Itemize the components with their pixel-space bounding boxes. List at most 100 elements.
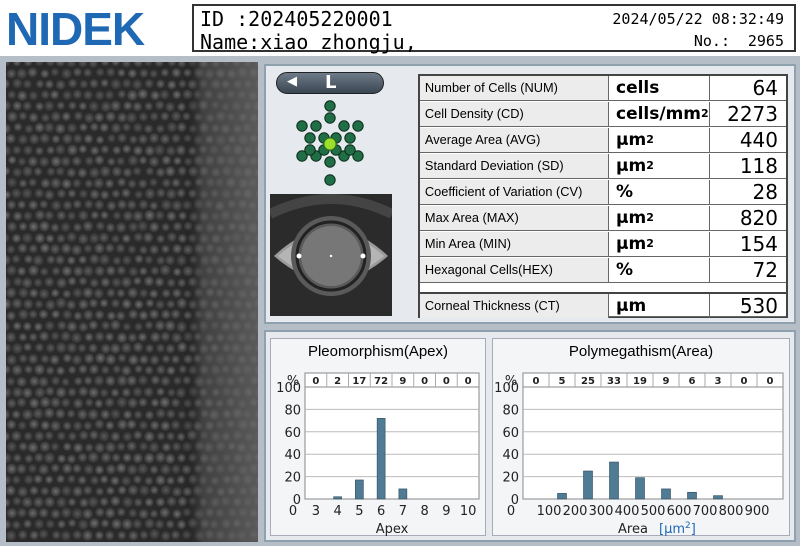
bin-count-label: 0 — [312, 376, 319, 387]
x-tick-label: 800 — [719, 504, 744, 519]
x-tick-label: 100 — [537, 504, 562, 519]
histogram-bar — [661, 488, 671, 500]
exam-number: 2965 — [747, 32, 784, 50]
measurement-unit: µm2 — [612, 154, 710, 178]
x-tick-label: 900 — [745, 504, 770, 519]
bin-count-label: 0 — [767, 376, 774, 387]
x-tick-label: 200 — [563, 504, 588, 519]
left-arrow-icon: ◀ — [287, 74, 297, 89]
fixation-point — [344, 144, 356, 156]
measurement-unit: µm — [612, 294, 710, 318]
x-tick-label: 0 — [289, 504, 297, 519]
exam-datetime: 2024/05/22 08:32:49 — [612, 10, 784, 28]
measurement-label: Coefficient of Variation (CV) — [420, 180, 609, 204]
brand-logo: NIDEK — [6, 3, 145, 55]
patient-id: ID :202405220001 — [200, 7, 393, 31]
fixation-point — [324, 100, 336, 112]
measurement-label: Hexagonal Cells(HEX) — [420, 258, 609, 282]
bin-count-label: 0 — [421, 376, 428, 387]
x-tick-label: 9 — [442, 504, 450, 519]
measurement-value: 28 — [752, 180, 778, 204]
bin-count-label: 5 — [559, 376, 566, 387]
bin-count-label: 9 — [663, 376, 670, 387]
histogram-bar — [355, 479, 364, 500]
fixation-target-map — [286, 98, 374, 190]
bin-count-label: 33 — [607, 376, 621, 387]
x-tick-label: 10 — [460, 504, 477, 519]
bin-count-label: 2 — [334, 376, 341, 387]
measurement-value: 530 — [739, 294, 778, 318]
measurement-label: Max Area (MAX) — [420, 206, 609, 230]
histogram-bar — [398, 488, 408, 500]
y-tick-label: 80 — [502, 403, 519, 418]
measurement-row: Coefficient of Variation (CV)% 28 — [420, 180, 786, 205]
bin-count-label: 25 — [581, 376, 595, 387]
measurement-unit: cells/mm2 — [612, 102, 710, 126]
y-tick-label: 60 — [284, 426, 301, 441]
x-axis-label: Area — [618, 522, 648, 537]
x-tick-label: 4 — [333, 504, 341, 519]
patient-info-panel: ID :202405220001 Name:xiao zhongju, 2024… — [192, 4, 796, 54]
measurement-unit: µm2 — [612, 206, 710, 230]
x-axis-unit: [µm2] — [659, 521, 696, 537]
measurement-value: 440 — [739, 128, 778, 152]
measurement-value: 154 — [739, 232, 778, 256]
endothelium-image — [6, 62, 258, 542]
histogram-bar — [609, 461, 619, 500]
measurement-row: Number of Cells (NUM) cells 64 — [420, 76, 786, 101]
measurement-unit: % — [612, 258, 710, 282]
fixation-point — [324, 112, 336, 124]
anterior-eye-image — [267, 194, 395, 316]
fixation-point — [304, 132, 316, 144]
measurement-unit: µm2 — [612, 232, 710, 256]
eye-label: L — [325, 72, 337, 93]
y-tick-label: 20 — [502, 471, 519, 486]
histogram-bar — [557, 493, 567, 500]
histogram-bar — [333, 496, 342, 500]
x-tick-label: 700 — [693, 504, 718, 519]
x-tick-label: 600 — [667, 504, 692, 519]
measurement-row: Corneal Thickness (CT) µm 530 — [420, 292, 786, 318]
measurement-row: Min Area (MIN) µm2 154 — [420, 232, 786, 257]
fixation-point — [296, 120, 308, 132]
measurement-label: Standard Deviation (SD) — [420, 154, 609, 178]
histogram-bar — [376, 418, 386, 500]
eye-selector-button[interactable]: ◀ L — [276, 72, 384, 94]
y-tick-label: 40 — [284, 448, 301, 463]
fixation-point — [338, 120, 350, 132]
bin-count-label: 0 — [741, 376, 748, 387]
bin-count-label: 0 — [533, 376, 540, 387]
measurement-label: Corneal Thickness (CT) — [420, 294, 609, 318]
measurement-value: 2273 — [727, 102, 778, 126]
fixation-point — [352, 120, 364, 132]
bin-count-label: 0 — [443, 376, 450, 387]
x-tick-label: 8 — [420, 504, 428, 519]
measurement-row: Standard Deviation (SD) µm2 118 — [420, 154, 786, 179]
measurement-label: Min Area (MIN) — [420, 232, 609, 256]
bin-count-label: 17 — [352, 376, 366, 387]
fixation-point — [324, 174, 336, 186]
x-tick-label: 5 — [355, 504, 363, 519]
measurement-row: Average Area (AVG) µm2 440 — [420, 128, 786, 153]
x-tick-label: 500 — [641, 504, 666, 519]
bin-count-label: 19 — [633, 376, 647, 387]
measurement-unit: µm2 — [612, 128, 710, 152]
histogram-bar — [687, 491, 697, 500]
bin-count-label: 0 — [465, 376, 472, 387]
fixation-point — [304, 144, 316, 156]
y-axis-label: % — [287, 374, 299, 389]
measurement-table: Number of Cells (NUM) cells 64 Cell Density… — [418, 74, 788, 318]
x-axis-label: Apex — [376, 522, 409, 537]
patient-name: Name:xiao zhongju, — [200, 30, 417, 54]
fixation-point — [310, 120, 322, 132]
measurement-value: 118 — [739, 154, 778, 178]
fixation-point — [324, 156, 336, 168]
histogram-bar — [713, 495, 723, 500]
pleomorphism-chart: Pleomorphism(Apex) 0 20 40 60 80 100% 0 2 17 72 9 0… — [270, 338, 486, 537]
x-tick-label: 6 — [377, 504, 385, 519]
exam-number-label: No.: — [693, 32, 730, 50]
measurement-label: Average Area (AVG) — [420, 128, 609, 152]
polymegathism-chart: Polymegathism(Area) 0 20 40 60 80 100% 0 5 25 33 1… — [492, 338, 790, 537]
bin-count-label: 6 — [689, 376, 696, 387]
x-tick-label: 300 — [589, 504, 614, 519]
